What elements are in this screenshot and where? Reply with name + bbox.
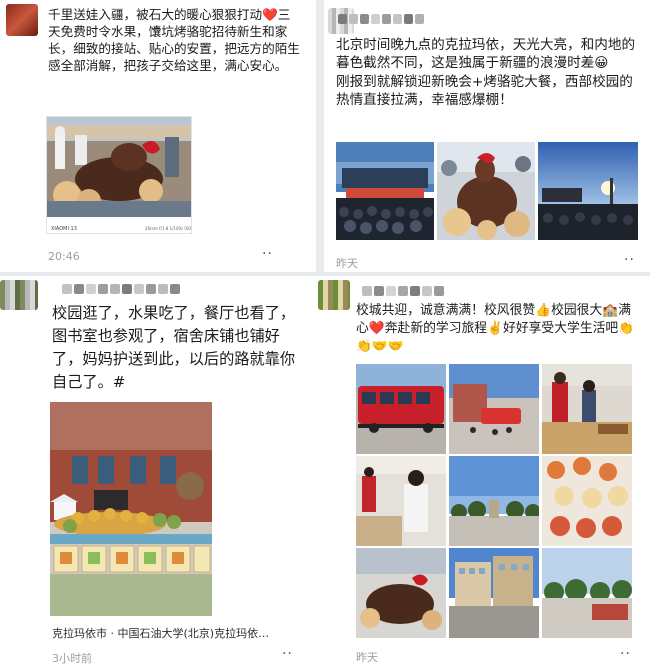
photo-image: [542, 456, 632, 546]
photo-image: [336, 142, 434, 240]
post-photo-8[interactable]: [449, 548, 539, 638]
username[interactable]: [362, 286, 444, 296]
moments-collage: 千里送娃入疆，被石大的暖心狠狠打动❤️三天免费时令水果，馕坑烤骆驼招待新生和家长…: [0, 0, 650, 666]
post-card-3: 校园逛了，水果吃了，餐厅也看了，图书室也参观了，宿舍床铺也铺好了，妈妈护送到此，…: [0, 276, 316, 666]
post-text: 校城共迎，诚意满满！校风很赞👍校园很大🏫满心❤️奔赴新的学习旅程✌️好好享受大学…: [356, 303, 635, 355]
post-photo-2[interactable]: [437, 142, 535, 240]
photo-image: [356, 456, 446, 546]
more-button[interactable]: ··: [624, 252, 635, 268]
photo-image: [542, 548, 632, 638]
username[interactable]: [62, 284, 180, 294]
photo-image: [50, 402, 212, 616]
post-photo-3[interactable]: [542, 364, 632, 454]
post-card-2: 北京时间晚九点的克拉玛依，天光大亮，和内地的暮色截然不同，这是独属于新疆的浪漫时…: [324, 0, 650, 272]
svg-text:26mm f/1.8 1/100s ISO50: 26mm f/1.8 1/100s ISO50: [145, 226, 192, 231]
photo-image: [449, 364, 539, 454]
photo-image: [356, 548, 446, 638]
post-photo-2[interactable]: [449, 364, 539, 454]
post-text: 北京时间晚九点的克拉玛依，天光大亮，和内地的暮色截然不同，这是独属于新疆的浪漫时…: [336, 37, 636, 109]
post-photo-1[interactable]: [336, 142, 434, 240]
location-link[interactable]: 克拉玛依市 · 中国石油大学(北京)克拉玛依…: [52, 625, 269, 641]
photo-image: XIAOMI 13 26mm f/1.8 1/100s ISO50: [47, 117, 192, 233]
avatar[interactable]: [6, 4, 38, 36]
photo-image: [538, 142, 638, 240]
post-card-1: 千里送娃入疆，被石大的暖心狠狠打动❤️三天免费时令水果，馕坑烤骆驼招待新生和家长…: [0, 0, 316, 272]
more-button[interactable]: ··: [282, 646, 293, 662]
post-photo-1[interactable]: [356, 364, 446, 454]
camera-watermark: XIAOMI 13: [51, 226, 77, 232]
post-time: 3小时前: [52, 652, 92, 665]
photo-image: [449, 548, 539, 638]
photo-image: [356, 364, 446, 454]
post-card-4: 校城共迎，诚意满满！校风很赞👍校园很大🏫满心❤️奔赴新的学习旅程✌️好好享受大学…: [316, 276, 650, 666]
post-text: 校园逛了，水果吃了，餐厅也看了，图书室也参观了，宿舍床铺也铺好了，妈妈护送到此，…: [52, 304, 295, 392]
post-photo[interactable]: [50, 402, 212, 616]
more-button[interactable]: ··: [262, 246, 273, 262]
post-time: 昨天: [336, 257, 358, 270]
post-photo-5[interactable]: [449, 456, 539, 546]
post-time: 昨天: [356, 651, 378, 664]
post-time: 20:46: [48, 250, 80, 263]
avatar[interactable]: [0, 280, 38, 310]
photo-image: [449, 456, 539, 546]
username[interactable]: [338, 14, 424, 24]
post-photo-9[interactable]: [542, 548, 632, 638]
avatar[interactable]: [318, 280, 350, 310]
photo-image: [542, 364, 632, 454]
post-photo-6[interactable]: [542, 456, 632, 546]
post-photo[interactable]: XIAOMI 13 26mm f/1.8 1/100s ISO50: [46, 116, 192, 234]
photo-image: [437, 142, 535, 240]
more-button[interactable]: ··: [620, 646, 631, 662]
post-photo-3[interactable]: [538, 142, 638, 240]
post-text: 千里送娃入疆，被石大的暖心狠狠打动❤️三天免费时令水果，馕坑烤骆驼招待新生和家长…: [48, 7, 300, 74]
post-photo-4[interactable]: [356, 456, 446, 546]
post-photo-7[interactable]: [356, 548, 446, 638]
